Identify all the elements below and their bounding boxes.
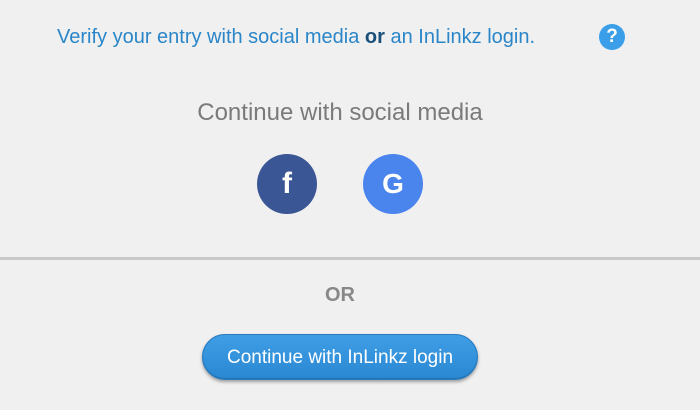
verify-prefix: Verify your entry with social media — [57, 26, 365, 48]
or-label: OR — [325, 284, 355, 306]
google-icon: G — [382, 168, 404, 199]
verify-suffix: an InLinkz login. — [384, 26, 536, 48]
google-login-button[interactable]: G — [363, 154, 423, 214]
verify-message: Verify your entry with social media or a… — [57, 24, 535, 50]
verify-or-word: or — [364, 26, 385, 48]
inlinkz-login-button[interactable]: Continue with InLinkz login — [202, 334, 478, 380]
facebook-login-button[interactable]: f — [257, 154, 317, 214]
divider — [0, 257, 700, 260]
social-title: Continue with social media — [197, 99, 483, 126]
facebook-icon: f — [282, 167, 292, 200]
verify-row: Verify your entry with social media or a… — [0, 22, 700, 52]
help-icon[interactable]: ? — [599, 24, 625, 50]
